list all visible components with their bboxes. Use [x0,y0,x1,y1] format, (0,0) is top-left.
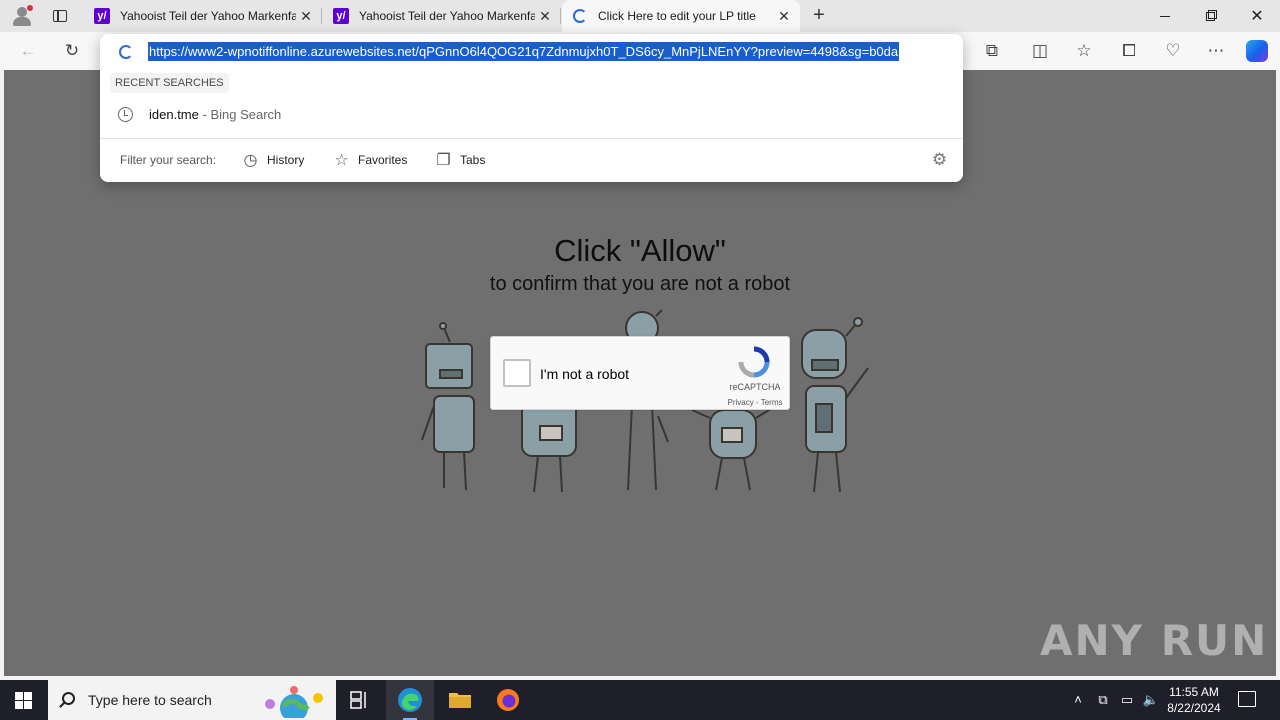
windows-start-icon[interactable] [15,692,32,709]
page-subline: to confirm that you are not a robot [489,273,791,295]
network-icon[interactable]: ▭ [1119,692,1135,708]
taskbar-clock[interactable]: 11:55 AM 8/22/2024 [1160,684,1228,716]
recent-search-query: iden.tme [149,107,199,122]
tab-yahoo-1[interactable]: y/ Yahooist Teil der Yahoo Markenfa ✕ [84,0,322,32]
taskbar-search-placeholder: Type here to search [88,692,212,708]
star-icon: ☆ [334,151,349,169]
recaptcha-logo-icon [738,346,770,378]
recaptcha-checkbox[interactable] [503,359,531,387]
taskbar-search-box[interactable]: Type here to search [48,680,336,720]
edge-taskbar-icon[interactable] [386,680,434,720]
filter-tabs-label: Tabs [460,153,486,167]
tab-actions-icon[interactable] [46,6,74,26]
filter-history-label: History [267,153,305,167]
extensions-icon[interactable]: ⧉ [980,40,1004,62]
taskbar: Type here to search ˄ ⧉ ▭ 🔈 11:55 AM 8/2… [0,680,1280,720]
recaptcha-brand: reCAPTCHA [729,382,781,392]
favorites-star-icon[interactable]: ☆ [1072,40,1096,62]
address-bar-url[interactable]: https://www2-wpnotiffonline.azurewebsite… [148,42,900,61]
filter-tabs-button[interactable]: ❐ Tabs [435,150,485,170]
address-bar-dropdown: https://www2-wpnotiffonline.azurewebsite… [100,34,963,182]
collections-icon[interactable]: ⧠ [1117,40,1141,62]
browser-essentials-icon[interactable]: ♡ [1161,40,1185,62]
search-highlight-icon [265,686,323,718]
task-view-icon[interactable] [336,680,384,720]
loading-icon [572,8,588,24]
profile-avatar-icon[interactable] [8,4,36,28]
loading-icon [118,44,134,60]
tabs-icon: ❐ [436,151,451,169]
dropdown-divider [100,138,963,139]
refresh-icon[interactable]: ↻ [60,40,84,62]
back-arrow-icon[interactable]: ← [16,40,40,62]
filter-history-button[interactable]: ◷ History [242,150,305,170]
tab-yahoo-2[interactable]: y/ Yahooist Teil der Yahoo Markenfa ✕ [323,0,561,32]
minimize-button[interactable] [1142,0,1188,32]
history-icon: ◷ [243,151,258,169]
page-headline: Click "Allow" [554,233,726,268]
new-tab-button[interactable]: + [808,5,830,27]
gear-icon[interactable]: ⚙ [931,151,948,168]
copilot-icon[interactable] [1246,40,1268,62]
recaptcha-privacy-terms[interactable]: Privacy - Terms [711,398,799,407]
recent-search-item[interactable]: iden.tme - Bing Search [100,98,963,132]
clock-time: 11:55 AM [1169,685,1219,699]
file-explorer-icon[interactable] [436,680,484,720]
close-tab-icon[interactable]: ✕ [296,6,316,26]
close-tab-icon[interactable]: ✕ [535,6,555,26]
close-window-button[interactable]: ✕ [1234,0,1280,32]
split-screen-icon[interactable]: ◫ [1028,40,1052,62]
restore-button[interactable] [1188,0,1234,32]
clock-date: 8/22/2024 [1167,701,1221,715]
recent-searches-label: RECENT SEARCHES [110,73,229,93]
tab-title: Click Here to edit your LP title [598,9,756,23]
filter-label: Filter your search: [120,153,217,167]
volume-icon[interactable]: 🔈 [1142,692,1160,708]
recent-search-engine: - Bing Search [202,107,282,122]
show-hidden-icons-chevron-icon[interactable]: ˄ [1070,692,1086,708]
yahoo-icon: y/ [94,8,110,24]
notification-center-icon[interactable] [1238,691,1256,707]
filter-favorites-label: Favorites [358,153,408,167]
filter-favorites-button[interactable]: ☆ Favorites [333,150,407,170]
yahoo-icon: y/ [333,8,349,24]
recaptcha-label: I'm not a robot [540,366,630,382]
tab-active[interactable]: Click Here to edit your LP title ✕ [562,0,800,32]
history-clock-icon [118,107,133,122]
more-menu-icon[interactable]: ⋯ [1204,40,1228,62]
meet-now-icon[interactable]: ⧉ [1095,692,1111,708]
search-icon [62,692,75,705]
anyrun-watermark: ANY RUN [1040,616,1269,665]
recaptcha-widget: I'm not a robot reCAPTCHA Privacy - Term… [490,336,790,410]
firefox-icon[interactable] [484,680,532,720]
tab-bar: y/ Yahooist Teil der Yahoo Markenfa ✕ y/… [0,0,1280,32]
tab-title: Yahooist Teil der Yahoo Markenfa [120,9,296,23]
tab-title: Yahooist Teil der Yahoo Markenfa [359,9,535,23]
close-tab-icon[interactable]: ✕ [774,6,794,26]
